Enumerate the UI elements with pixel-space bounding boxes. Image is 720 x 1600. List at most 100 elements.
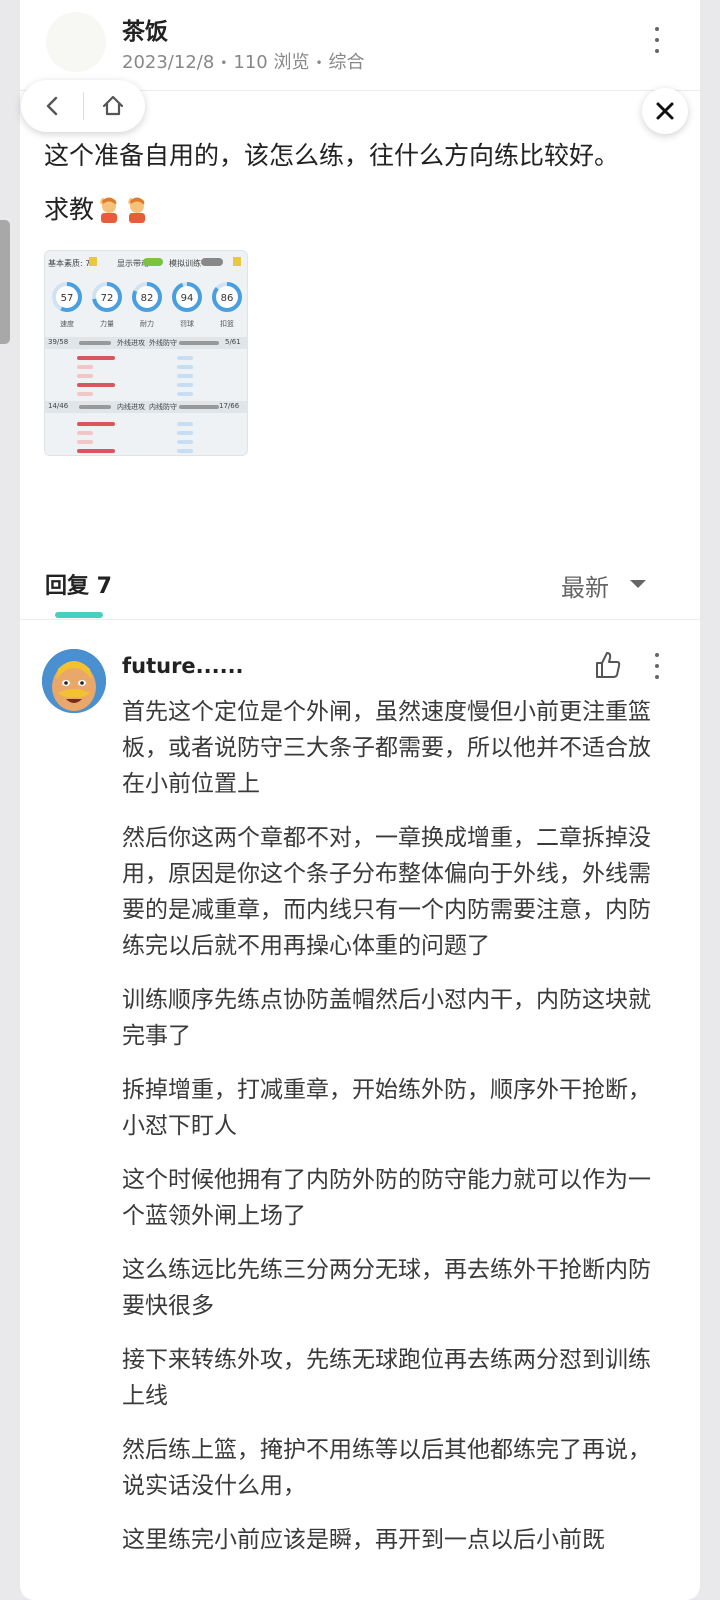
image-row <box>45 446 247 455</box>
image-badge <box>233 257 241 266</box>
back-icon <box>46 96 58 116</box>
comment-paragraph: 拆掉增重，打减重章，开始练外防，顺序外干抢断，小怼下盯人 <box>122 1077 651 1139</box>
image-row-bar <box>77 392 93 396</box>
image-band-value: 5/61 <box>225 338 241 346</box>
author-avatar[interactable] <box>46 12 106 72</box>
image-row-bar <box>177 440 193 444</box>
image-row-bar <box>177 374 193 378</box>
image-row-bar <box>77 449 115 453</box>
comment-paragraph: 这么练远比先练三分两分无球，再去练外干抢断内防要快很多 <box>122 1257 651 1319</box>
image-row-bar <box>177 422 193 426</box>
image-row <box>45 371 247 380</box>
gauge-value: 82 <box>141 293 154 304</box>
attribute-gauge: 82 <box>131 281 163 313</box>
comment-body: 首先这个定位是个外闸，虽然速度慢但小前更注重篮板，或者说防守三大条子都需要，所以… <box>122 694 662 1576</box>
replies-divider <box>20 619 700 620</box>
sort-dropdown[interactable]: 最新 <box>561 568 609 603</box>
gauge-caption: 扣篮 <box>220 320 234 328</box>
raising-hand-emoji-icon <box>100 197 118 223</box>
tab-active-indicator <box>55 612 103 618</box>
image-row-bar <box>77 422 115 426</box>
raising-hand-emoji-icon <box>128 197 146 223</box>
image-bar <box>179 341 219 345</box>
gauge-value: 94 <box>181 293 194 304</box>
image-band-value: 39/58 <box>48 338 69 346</box>
attribute-gauge: 94 <box>171 281 203 313</box>
attribute-gauge: 57 <box>51 281 83 313</box>
comment-more-button[interactable] <box>647 653 667 679</box>
image-row-bar <box>77 356 115 360</box>
barbarian-avatar-icon <box>42 649 106 713</box>
image-band: 39/58 外线进攻 外线防守 5/61 <box>45 337 247 349</box>
attribute-gauge: 72 <box>91 281 123 313</box>
gauge-caption: 罚球 <box>180 320 194 328</box>
gauge-value: 86 <box>221 293 234 304</box>
floating-nav-pill <box>21 80 145 132</box>
meta-dot: • <box>315 56 323 70</box>
home-icon <box>102 95 124 116</box>
image-band-label: 外线进攻 <box>117 339 145 347</box>
image-row <box>45 437 247 446</box>
post-views: 110 浏览 <box>233 52 310 73</box>
image-badge <box>89 257 97 266</box>
image-band: 14/46 内线进攻 内线防守 17/66 <box>45 401 247 413</box>
post-body-text: 求教 <box>44 195 95 224</box>
tab-replies[interactable]: 回复 7 <box>45 568 112 600</box>
image-band-value: 17/66 <box>219 402 240 410</box>
image-toggle <box>201 258 223 266</box>
attribute-gauge: 86 <box>211 281 243 313</box>
image-row-bar <box>177 431 193 435</box>
post-more-button[interactable] <box>647 27 667 53</box>
image-row-bar <box>177 365 193 369</box>
image-row-bar <box>77 365 93 369</box>
image-top-bar: 基本素质: 71 显示带动 模拟训练 <box>45 255 247 271</box>
image-row-bar <box>77 374 93 378</box>
gauge-value: 72 <box>101 293 114 304</box>
comment-paragraph: 然后练上篮，掩护不用练等以后其他都练完了再说，说实话没什么用， <box>122 1437 651 1499</box>
image-row <box>45 380 247 389</box>
comment-avatar[interactable] <box>42 649 106 713</box>
home-button[interactable] <box>93 86 133 126</box>
close-icon <box>656 102 674 120</box>
image-row <box>45 428 247 437</box>
post-category[interactable]: 综合 <box>329 52 365 73</box>
image-bar <box>179 405 219 409</box>
caret-down-icon[interactable] <box>630 580 646 588</box>
image-row-bar <box>77 440 93 444</box>
more-vertical-icon <box>655 653 659 657</box>
image-row-bar <box>77 383 115 387</box>
gauge-value: 57 <box>61 293 74 304</box>
image-row-bar <box>177 383 193 387</box>
comment-paragraph: 然后你这两个章都不对，一章换成增重，二章拆掉没用，原因是你这个条子分布整体偏向于… <box>122 825 651 959</box>
post-meta: 2023/12/8 • 110 浏览 • 综合 <box>122 48 365 74</box>
image-row-bar <box>177 392 193 396</box>
meta-dot: • <box>220 56 228 70</box>
image-bar <box>79 341 111 345</box>
image-row-bar <box>77 431 93 435</box>
thumbs-up-icon[interactable] <box>594 650 622 680</box>
post-author-row: 茶饭 2023/12/8 • 110 浏览 • 综合 <box>20 0 700 90</box>
edge-handle[interactable] <box>0 220 10 344</box>
post-image-thumbnail[interactable]: 基本素质: 71 显示带动 模拟训练 57 速度 72 力量 82 耐力 94 罚球 86 扣篮 … <box>44 250 248 456</box>
image-band-value: 14/46 <box>48 402 69 410</box>
gauge-caption: 速度 <box>60 320 74 328</box>
back-button[interactable] <box>33 86 73 126</box>
image-band-label: 外线防守 <box>149 339 177 347</box>
post-date: 2023/12/8 <box>122 52 215 73</box>
comment-username[interactable]: future...... <box>122 654 244 678</box>
image-row <box>45 389 247 398</box>
close-button[interactable] <box>642 88 688 134</box>
image-row <box>45 362 247 371</box>
image-label: 模拟训练 <box>169 259 201 268</box>
post-card: 茶饭 2023/12/8 • 110 浏览 • 综合 这个准备自用的，该怎么练，往什么方… <box>20 0 700 1600</box>
replies-header: 回复 7 最新 <box>20 548 700 620</box>
image-band-label: 内线防守 <box>149 403 177 411</box>
comment-paragraph: 首先这个定位是个外闸，虽然速度慢但小前更注重篮板，或者说防守三大条子都需要，所以… <box>122 699 651 797</box>
post-body-line-1: 这个准备自用的，该怎么练，往什么方向练比较好。 <box>44 141 620 170</box>
comment-paragraph: 训练顺序先练点协防盖帽然后小怼内干，内防这块就完事了 <box>122 987 651 1049</box>
image-band-label: 内线进攻 <box>117 403 145 411</box>
post-body-line-2: 求教 <box>44 190 150 226</box>
image-row <box>45 419 247 428</box>
author-name[interactable]: 茶饭 <box>122 12 168 46</box>
more-vertical-icon <box>655 27 659 31</box>
